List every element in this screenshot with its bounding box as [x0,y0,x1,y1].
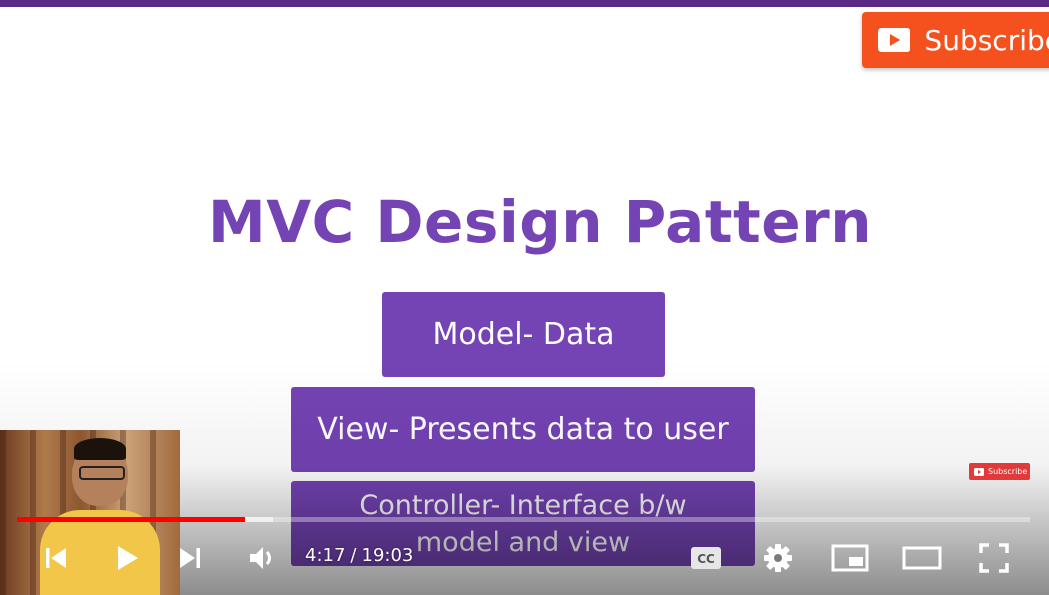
time-separator: / [350,545,357,566]
fullscreen-button[interactable] [972,540,1016,576]
gear-icon [764,544,792,572]
presenter-glasses [79,466,125,480]
progress-played [17,517,245,522]
duration: 19:03 [361,545,414,566]
volume-button[interactable] [242,540,282,576]
svg-text:CC: CC [697,552,715,566]
theater-mode-icon [902,546,942,570]
volume-icon [250,547,271,569]
skip-next-icon [180,548,200,568]
presenter-webcam-overlay [0,430,180,595]
miniplayer-icon [831,544,869,572]
subscribe-small-button[interactable]: Subscribe [969,463,1030,480]
captions-button[interactable]: CC [686,540,726,576]
skip-previous-icon [46,548,66,568]
subscribe-watermark-button[interactable]: Subscribe [862,12,1049,68]
top-accent-bar [0,0,1049,7]
settings-button[interactable] [758,540,798,576]
next-button[interactable] [172,540,208,576]
closed-captions-icon: CC [691,547,721,569]
slide-title: MVC Design Pattern [207,188,873,256]
youtube-mini-logo-icon [974,467,984,476]
play-button[interactable] [106,540,146,576]
time-display: 4:17/19:03 [305,545,413,566]
play-icon [118,546,138,570]
progress-bar[interactable] [17,517,1030,522]
presenter-hair [74,438,126,460]
current-time: 4:17 [305,545,346,566]
subscribe-label: Subscribe [924,23,1049,57]
previous-button[interactable] [38,540,74,576]
youtube-logo-icon [878,28,911,52]
view-box: View- Presents data to user [291,387,755,472]
theater-mode-button[interactable] [900,540,944,576]
miniplayer-button[interactable] [828,540,872,576]
model-box: Model- Data [382,292,665,377]
fullscreen-icon [979,543,1009,573]
subscribe-small-label: Subscribe [988,467,1028,476]
